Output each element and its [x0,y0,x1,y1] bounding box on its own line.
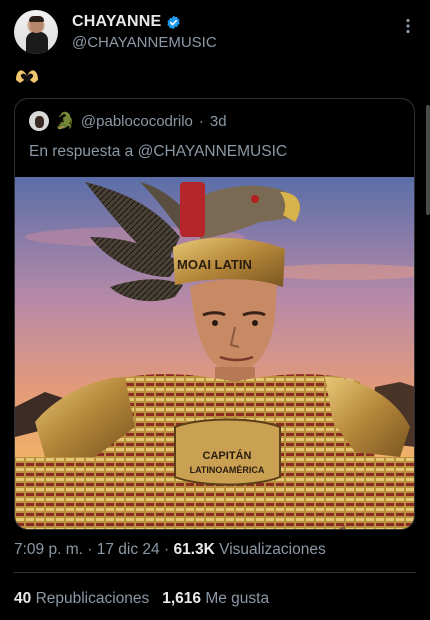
tweet-metadata: 7:09 p. m. · 17 dic 24 · 61.3K Visualiza… [14,541,326,559]
author-avatar[interactable] [14,10,58,54]
reply-mention[interactable]: @CHAYANNEMUSIC [138,143,288,160]
quoted-time[interactable]: 3d [210,113,227,130]
crocodile-emoji-icon: 🐊 [55,113,75,130]
reposts-stat[interactable]: 40 Republicaciones [14,590,149,607]
likes-label: Me gusta [205,590,270,607]
verified-badge-icon [167,15,181,29]
more-options-icon[interactable] [398,16,418,36]
reposts-count: 40 [14,590,32,607]
reposts-label: Republicaciones [35,590,150,607]
tweet-time[interactable]: 7:09 p. m. [14,541,83,558]
likes-stat[interactable]: 1,616 Me gusta [162,590,269,607]
quoted-author-handle[interactable]: @pablococodrilo [81,113,193,130]
author-name-row[interactable]: CHAYANNE [72,13,181,31]
reply-prefix: En respuesta a [29,143,134,160]
views-label: Visualizaciones [219,541,326,558]
chest-text-line2: LATINOAMÉRICA [190,465,265,475]
helmet-text: MOAI LATIN [177,257,252,272]
meta-separator-2: · [163,541,170,558]
divider [14,572,416,573]
tweet-date[interactable]: 17 dic 24 [97,541,160,558]
author-handle[interactable]: @CHAYANNEMUSIC [72,34,217,51]
quoted-tweet[interactable]: 🐊 @pablococodrilo · 3d En respuesta a @C… [14,98,415,530]
quoted-tweet-header: 🐊 @pablococodrilo · 3d [29,111,227,131]
meta-separator-1: · [87,541,93,558]
engagement-stats: 40 Republicaciones 1,616 Me gusta [14,590,269,608]
quoted-author-avatar[interactable] [29,111,49,131]
reply-context: En respuesta a @CHAYANNEMUSIC [29,143,287,161]
likes-count: 1,616 [162,590,202,607]
chest-text-line1: CAPITÁN [203,449,252,462]
tweet-header: CHAYANNE @CHAYANNEMUSIC [14,10,420,56]
heart-hands-icon [16,70,38,83]
scrollbar[interactable] [426,105,430,215]
quoted-separator: · [198,112,204,130]
quoted-tweet-image[interactable]: MOAI LATIN CAPITÁN LATINOAMÉRICA [15,177,415,530]
author-name[interactable]: CHAYANNE [72,13,161,31]
views-count: 61.3K [173,541,215,558]
